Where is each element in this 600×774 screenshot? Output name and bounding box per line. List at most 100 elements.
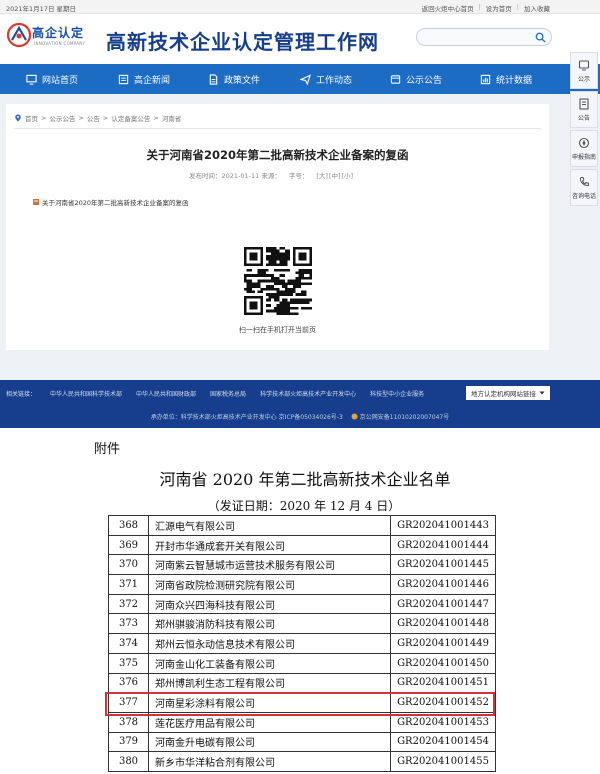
table-row: 380 新乡市华洋粘合剂有限公司 GR202041001455 xyxy=(108,751,496,772)
attachment-link[interactable]: 关于河南省2020年第二批高新技术企业备案的复函 xyxy=(32,197,189,207)
article-meta: 发布时间：2021-01-11 来源： 字号： [大] [中] [小] xyxy=(189,170,353,180)
link-torch-home[interactable]: 返回火炬中心首页 xyxy=(422,3,474,13)
company-name: 郑州骐骏消防科技有限公司 xyxy=(148,613,391,635)
row-number: 379 xyxy=(108,731,149,753)
breadcrumb-separator: > xyxy=(78,114,84,122)
sidebar-item-notice[interactable]: 公告 xyxy=(570,91,598,128)
attachment-icon xyxy=(33,199,39,205)
nav-stats[interactable]: 统计数据 xyxy=(480,64,532,94)
row-number: 376 xyxy=(108,672,149,694)
nav-policy[interactable]: 政策文件 xyxy=(208,64,260,94)
font-size-large[interactable]: [大] xyxy=(316,170,328,180)
nav-notice-label: 公示公告 xyxy=(406,75,443,86)
link-add-favorite[interactable]: 加入收藏 xyxy=(524,3,550,13)
footer-link-mof[interactable]: 中华人民共和国财政部 xyxy=(136,389,196,398)
logo-emblem-icon xyxy=(6,22,32,48)
attachment-name: 关于河南省2020年第二批高新技术企业备案的复函 xyxy=(42,199,189,207)
footer-links: 相关链接： 中华人民共和国科学技术部 中华人民共和国财政部 国家税务总局 科学技… xyxy=(6,389,424,398)
breadcrumb-separator: > xyxy=(153,114,159,122)
search-input[interactable] xyxy=(423,34,533,51)
document-title: 河南省 2020 年第二批高新技术企业名单 xyxy=(159,470,451,489)
location-pin-icon xyxy=(15,114,21,122)
certificate-code: GR202041001450 xyxy=(390,652,496,674)
row-number: 380 xyxy=(108,751,149,772)
logo-english: INNOVATION COMPANY xyxy=(34,41,86,46)
breadcrumb-home[interactable]: 首页 xyxy=(25,113,38,123)
breadcrumb-announcements[interactable]: 公示公告 xyxy=(49,113,75,123)
nav-notice[interactable]: 公示公告 xyxy=(390,64,442,94)
copyright-text: 承办单位：科学技术部火炬高技术产业开发中心 京ICP备05034026号-3 xyxy=(150,414,343,421)
certificate-code: GR202041001444 xyxy=(390,534,496,556)
footer-links-label: 相关链接： xyxy=(6,391,37,398)
search-icon[interactable] xyxy=(535,32,546,43)
news-icon xyxy=(118,74,129,84)
font-size-small[interactable]: [小] xyxy=(342,170,354,180)
font-size-medium[interactable]: [中] xyxy=(329,170,341,180)
certificate-code: GR202041001451 xyxy=(390,672,496,694)
breadcrumb-separator: > xyxy=(41,114,47,122)
local-agency-dropdown[interactable]: 地方认定机构网站链接 xyxy=(466,386,550,400)
sidebar-item-label: 申报指南 xyxy=(571,153,596,161)
sidebar-item-guide[interactable]: 申报指南 xyxy=(570,130,598,167)
breadcrumb-henan[interactable]: 河南省 xyxy=(162,113,182,123)
current-date: 2021年1月17日 星期日 xyxy=(6,5,77,13)
sidebar-item-label: 公告 xyxy=(577,114,590,122)
certificate-code: GR202041001454 xyxy=(390,731,496,753)
divider: | xyxy=(516,3,519,11)
board-icon xyxy=(578,59,590,70)
nav-work-label: 工作动态 xyxy=(316,75,353,86)
dropdown-label: 地方认定机构网站链接 xyxy=(471,390,536,398)
footer-link-tax[interactable]: 国家税务总局 xyxy=(210,389,246,398)
company-name: 开封市华通成套开关有限公司 xyxy=(148,534,391,556)
bulletin-icon xyxy=(390,74,401,84)
breadcrumb: 首页 > 公示公告 > 公告 > 认定备案公告 > 河南省 xyxy=(14,113,181,123)
nav-home[interactable]: 网站首页 xyxy=(26,64,78,94)
table-row: 372 河南众兴四海科技有限公司 GR202041001447 xyxy=(108,593,496,615)
company-name: 河南紫云智慧城市运营技术服务有限公司 xyxy=(148,554,391,576)
breadcrumb-filing-notice[interactable]: 认定备案公告 xyxy=(111,113,150,123)
table-row: 369 开封市华通成套开关有限公司 GR202041001444 xyxy=(108,534,496,556)
link-set-home[interactable]: 设为首页 xyxy=(486,3,512,13)
breadcrumb-notice[interactable]: 公告 xyxy=(87,113,100,123)
main-nav: 网站首页 高企新闻 政策文件 工作动态 公示公告 统计数据 xyxy=(0,64,600,94)
company-name: 汇源电气有限公司 xyxy=(148,515,391,536)
chart-icon xyxy=(480,74,491,84)
police-record-text: 京公网安备11010202007047号 xyxy=(359,414,450,421)
certificate-code: GR202041001443 xyxy=(390,515,496,536)
footer-copyright: 承办单位：科学技术部火炬高技术产业开发中心 京ICP备05034026号-3 京… xyxy=(0,412,600,421)
company-name: 河南众兴四海科技有限公司 xyxy=(148,593,391,615)
nav-work[interactable]: 工作动态 xyxy=(300,64,352,94)
sidebar-item-publicity[interactable]: 公示 xyxy=(570,52,598,89)
row-number: 370 xyxy=(108,554,149,576)
footer-link-torch[interactable]: 科学技术部火炬高技术产业开发中心 xyxy=(260,389,356,398)
table-row: 368 汇源电气有限公司 GR202041001443 xyxy=(108,515,496,536)
row-number: 372 xyxy=(108,593,149,615)
top-bar: 2021年1月17日 星期日 返回火炬中心首页 | 设为首页 | 加入收藏 xyxy=(0,0,600,14)
footer-link-sme[interactable]: 科技型中小企业服务 xyxy=(370,389,424,398)
article-title: 关于河南省2020年第二批高新技术企业备案的复函 xyxy=(146,148,409,162)
nav-news[interactable]: 高企新闻 xyxy=(118,64,170,94)
logo-name: 高企认定 xyxy=(32,26,85,40)
sidebar-item-phone[interactable]: 咨询电话 xyxy=(570,169,598,206)
nav-stats-label: 统计数据 xyxy=(496,75,533,86)
company-name: 郑州博凯利生态工程有限公司 xyxy=(148,672,391,694)
top-links: 返回火炬中心首页 | 设为首页 | 加入收藏 xyxy=(422,3,550,13)
row-number: 369 xyxy=(108,534,149,556)
footer-link-most[interactable]: 中华人民共和国科学技术部 xyxy=(50,389,122,398)
site-logo[interactable]: 高企认定 INNOVATION COMPANY xyxy=(6,20,96,54)
table-row: 373 郑州骐骏消防科技有限公司 GR202041001448 xyxy=(108,613,496,635)
site-footer: 相关链接： 中华人民共和国科学技术部 中华人民共和国财政部 国家税务总局 科学技… xyxy=(0,380,600,428)
article-card: 首页 > 公示公告 > 公告 > 认定备案公告 > 河南省 关于河南省2020年第二批高… xyxy=(6,104,549,350)
site-title: 高新技术企业认定管理工作网 xyxy=(106,30,379,54)
guide-icon xyxy=(578,137,590,148)
divider: | xyxy=(478,3,481,11)
sidebar-item-label: 咨询电话 xyxy=(571,192,596,200)
certificate-code: GR202041001447 xyxy=(390,593,496,615)
company-name: 河南金升电碳有限公司 xyxy=(148,731,391,753)
company-name: 郑州云恒永动信息技术有限公司 xyxy=(148,633,391,654)
certificate-code: GR202041001449 xyxy=(390,633,496,654)
row-number: 374 xyxy=(108,633,149,654)
attachment-document: 附件 河南省 2020 年第二批高新技术企业名单 （发证日期：2020 年 12… xyxy=(0,428,600,774)
nav-policy-label: 政策文件 xyxy=(224,75,261,86)
certificate-code: GR202041001455 xyxy=(390,751,496,772)
